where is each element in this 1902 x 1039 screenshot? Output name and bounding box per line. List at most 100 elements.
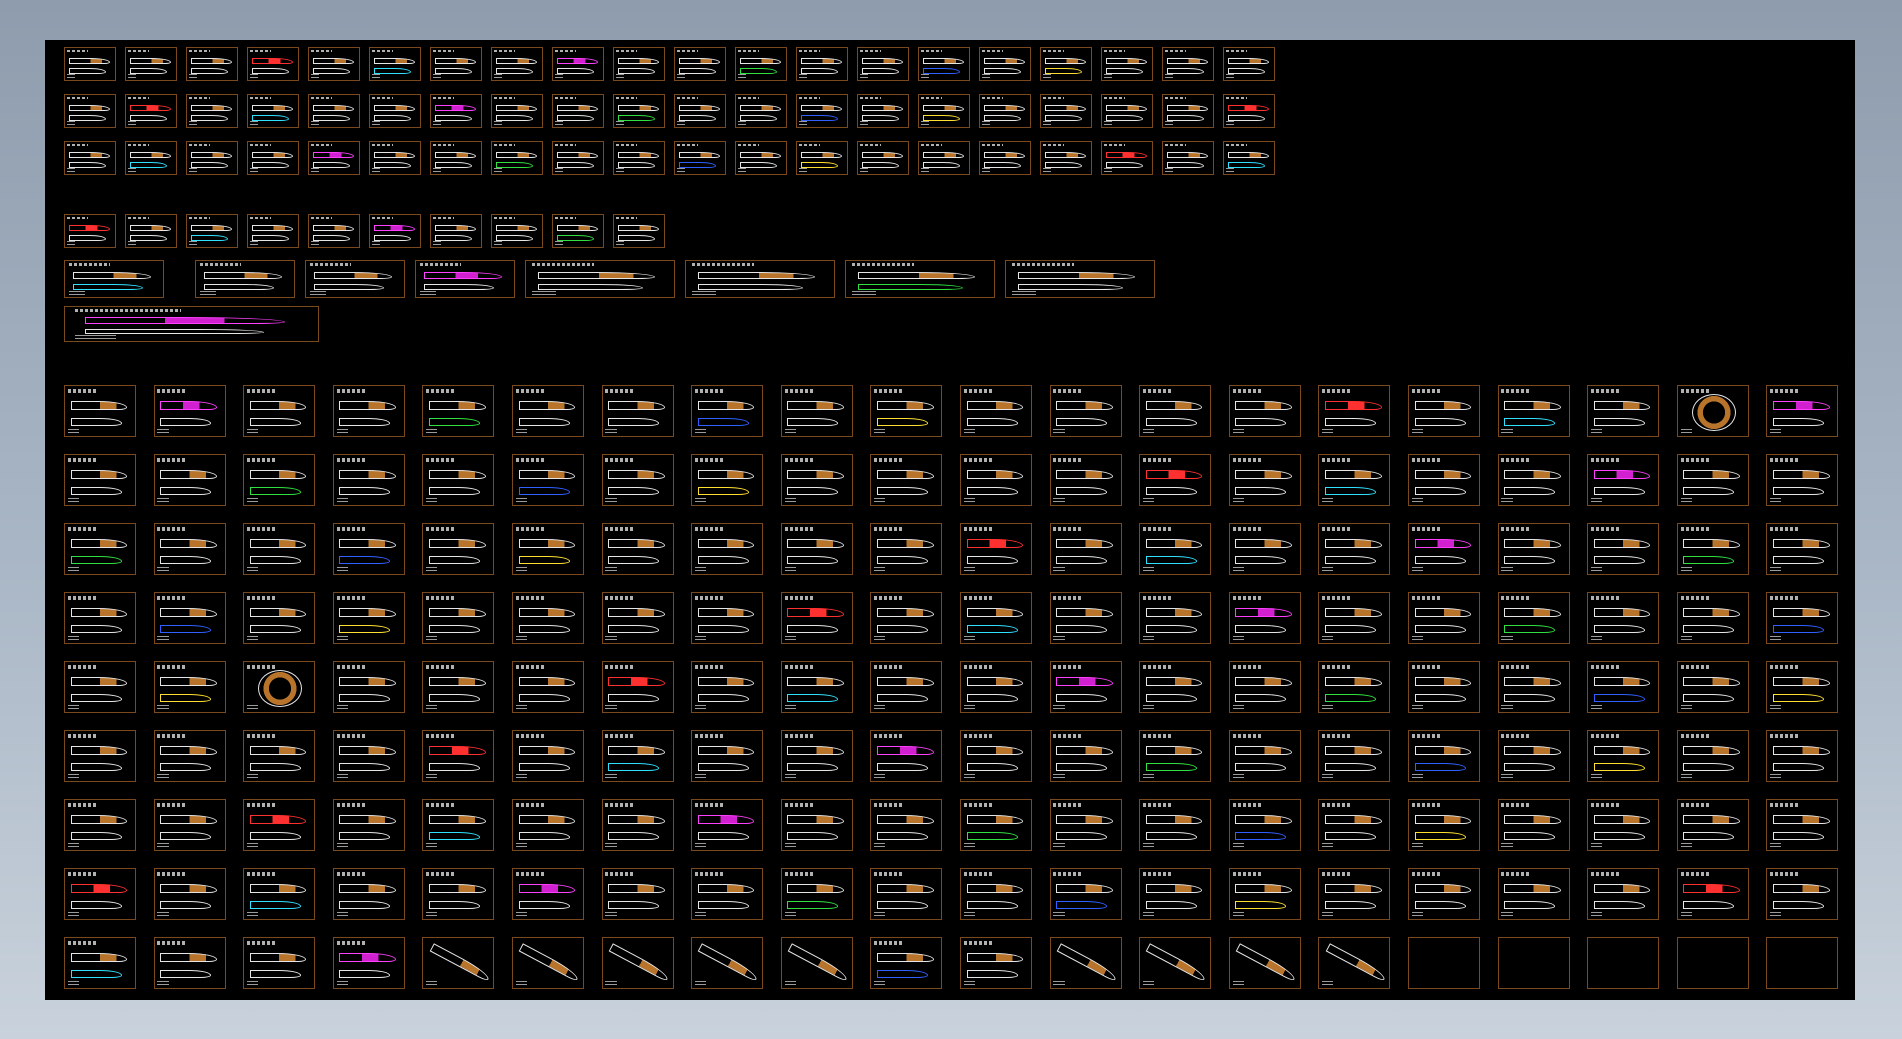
knife-drawing-sheet[interactable] bbox=[430, 141, 482, 175]
knife-drawing-sheet[interactable] bbox=[601, 661, 674, 713]
knife-drawing-sheet[interactable] bbox=[1228, 523, 1301, 575]
knife-drawing-sheet[interactable] bbox=[1101, 141, 1153, 175]
knife-drawing-sheet[interactable] bbox=[1223, 47, 1275, 81]
knife-drawing-sheet[interactable] bbox=[422, 523, 495, 575]
knife-drawing-sheet[interactable] bbox=[153, 730, 226, 782]
knife-drawing-sheet[interactable] bbox=[1049, 385, 1122, 437]
knife-drawing-sheet[interactable] bbox=[1049, 523, 1122, 575]
knife-drawing-sheet[interactable] bbox=[601, 868, 674, 920]
knife-drawing-sheet[interactable] bbox=[918, 94, 970, 128]
knife-drawing-sheet[interactable] bbox=[1587, 661, 1660, 713]
knife-drawing-sheet[interactable] bbox=[1676, 592, 1749, 644]
knife-drawing-sheet[interactable] bbox=[1676, 454, 1749, 506]
knife-drawing-sheet[interactable] bbox=[1005, 260, 1155, 298]
cad-model-space[interactable] bbox=[45, 40, 1855, 1000]
knife-drawing-sheet[interactable] bbox=[308, 214, 360, 248]
knife-drawing-sheet[interactable] bbox=[64, 94, 116, 128]
knife-drawing-sheet[interactable] bbox=[1408, 868, 1480, 920]
knife-drawing-sheet[interactable] bbox=[332, 592, 405, 644]
knife-drawing-sheet[interactable] bbox=[153, 454, 226, 506]
knife-drawing-sheet[interactable] bbox=[369, 214, 421, 248]
knife-drawing-sheet[interactable] bbox=[512, 592, 584, 644]
knife-drawing-sheet[interactable] bbox=[601, 592, 674, 644]
knife-drawing-sheet[interactable] bbox=[918, 141, 970, 175]
knife-drawing-sheet[interactable] bbox=[691, 454, 764, 506]
knife-drawing-sheet[interactable] bbox=[552, 141, 604, 175]
knife-drawing-sheet[interactable] bbox=[64, 141, 116, 175]
knife-drawing-sheet[interactable] bbox=[512, 730, 584, 782]
knife-drawing-sheet[interactable] bbox=[369, 47, 421, 81]
knife-drawing-sheet[interactable] bbox=[1766, 868, 1839, 920]
knife-drawing-sheet[interactable] bbox=[1408, 730, 1480, 782]
knife-drawing-sheet[interactable] bbox=[1139, 661, 1212, 713]
knife-drawing-sheet[interactable] bbox=[1408, 799, 1480, 851]
knife-drawing-sheet[interactable] bbox=[552, 47, 604, 81]
knife-drawing-sheet[interactable] bbox=[153, 937, 226, 989]
knife-drawing-sheet[interactable] bbox=[613, 94, 665, 128]
knife-drawing-sheet[interactable] bbox=[1587, 385, 1660, 437]
knife-drawing-sheet[interactable] bbox=[960, 454, 1032, 506]
knife-drawing-sheet[interactable] bbox=[512, 454, 584, 506]
knife-drawing-sheet[interactable] bbox=[64, 454, 136, 506]
knife-drawing-sheet[interactable] bbox=[512, 799, 584, 851]
knife-drawing-sheet[interactable] bbox=[247, 94, 299, 128]
knife-drawing-sheet[interactable] bbox=[1139, 868, 1212, 920]
knife-drawing-sheet[interactable] bbox=[780, 661, 853, 713]
knife-drawing-sheet[interactable] bbox=[1139, 799, 1212, 851]
knife-drawing-sheet[interactable] bbox=[247, 47, 299, 81]
knife-drawing-sheet[interactable] bbox=[796, 47, 848, 81]
knife-drawing-sheet[interactable] bbox=[1676, 868, 1749, 920]
knife-drawing-sheet[interactable] bbox=[1318, 730, 1391, 782]
knife-drawing-sheet[interactable] bbox=[1587, 523, 1660, 575]
knife-drawing-sheet[interactable] bbox=[1139, 592, 1212, 644]
knife-drawing-sheet[interactable] bbox=[1162, 141, 1214, 175]
knife-drawing-sheet[interactable] bbox=[1587, 730, 1660, 782]
knife-drawing-sheet[interactable] bbox=[780, 454, 853, 506]
knife-drawing-sheet[interactable] bbox=[870, 523, 943, 575]
knife-drawing-sheet[interactable] bbox=[1497, 592, 1570, 644]
knife-drawing-sheet[interactable] bbox=[1049, 730, 1122, 782]
knife-drawing-sheet[interactable] bbox=[780, 730, 853, 782]
knife-drawing-sheet[interactable] bbox=[153, 385, 226, 437]
knife-drawing-sheet[interactable] bbox=[243, 868, 316, 920]
knife-drawing-sheet[interactable] bbox=[422, 937, 495, 989]
knife-drawing-sheet[interactable] bbox=[512, 661, 584, 713]
knife-drawing-sheet[interactable] bbox=[491, 47, 543, 81]
knife-drawing-sheet[interactable] bbox=[796, 94, 848, 128]
knife-drawing-sheet[interactable] bbox=[1139, 523, 1212, 575]
knife-drawing-sheet[interactable] bbox=[512, 523, 584, 575]
knife-drawing-sheet[interactable] bbox=[243, 799, 316, 851]
knife-drawing-sheet[interactable] bbox=[64, 523, 136, 575]
knife-drawing-sheet[interactable] bbox=[870, 868, 943, 920]
knife-drawing-sheet[interactable] bbox=[64, 730, 136, 782]
knife-drawing-sheet[interactable] bbox=[1228, 385, 1301, 437]
knife-drawing-sheet[interactable] bbox=[1497, 730, 1570, 782]
knife-drawing-sheet[interactable] bbox=[1318, 454, 1391, 506]
knife-drawing-sheet[interactable] bbox=[780, 523, 853, 575]
knife-drawing-sheet[interactable] bbox=[960, 730, 1032, 782]
knife-drawing-sheet[interactable] bbox=[1676, 730, 1749, 782]
knife-drawing-sheet[interactable] bbox=[691, 730, 764, 782]
knife-drawing-sheet[interactable] bbox=[332, 730, 405, 782]
knife-drawing-sheet[interactable] bbox=[1408, 385, 1480, 437]
knife-drawing-sheet[interactable] bbox=[243, 523, 316, 575]
knife-drawing-sheet[interactable] bbox=[1497, 454, 1570, 506]
knife-drawing-sheet[interactable] bbox=[691, 385, 764, 437]
knife-drawing-sheet[interactable] bbox=[125, 141, 177, 175]
knife-drawing-sheet[interactable] bbox=[1408, 592, 1480, 644]
knife-drawing-sheet[interactable] bbox=[1497, 799, 1570, 851]
knife-drawing-sheet[interactable] bbox=[845, 260, 995, 298]
knife-drawing-sheet[interactable] bbox=[918, 47, 970, 81]
knife-drawing-sheet[interactable] bbox=[332, 868, 405, 920]
knife-drawing-sheet[interactable] bbox=[691, 523, 764, 575]
knife-drawing-sheet[interactable] bbox=[780, 868, 853, 920]
knife-drawing-sheet[interactable] bbox=[491, 141, 543, 175]
knife-drawing-sheet[interactable] bbox=[430, 94, 482, 128]
knife-drawing-sheet[interactable] bbox=[1408, 937, 1480, 989]
knife-drawing-sheet[interactable] bbox=[780, 385, 853, 437]
knife-drawing-sheet[interactable] bbox=[422, 730, 495, 782]
knife-drawing-sheet[interactable] bbox=[857, 47, 909, 81]
knife-drawing-sheet[interactable] bbox=[979, 47, 1031, 81]
knife-drawing-sheet[interactable] bbox=[552, 94, 604, 128]
knife-drawing-sheet[interactable] bbox=[1408, 523, 1480, 575]
